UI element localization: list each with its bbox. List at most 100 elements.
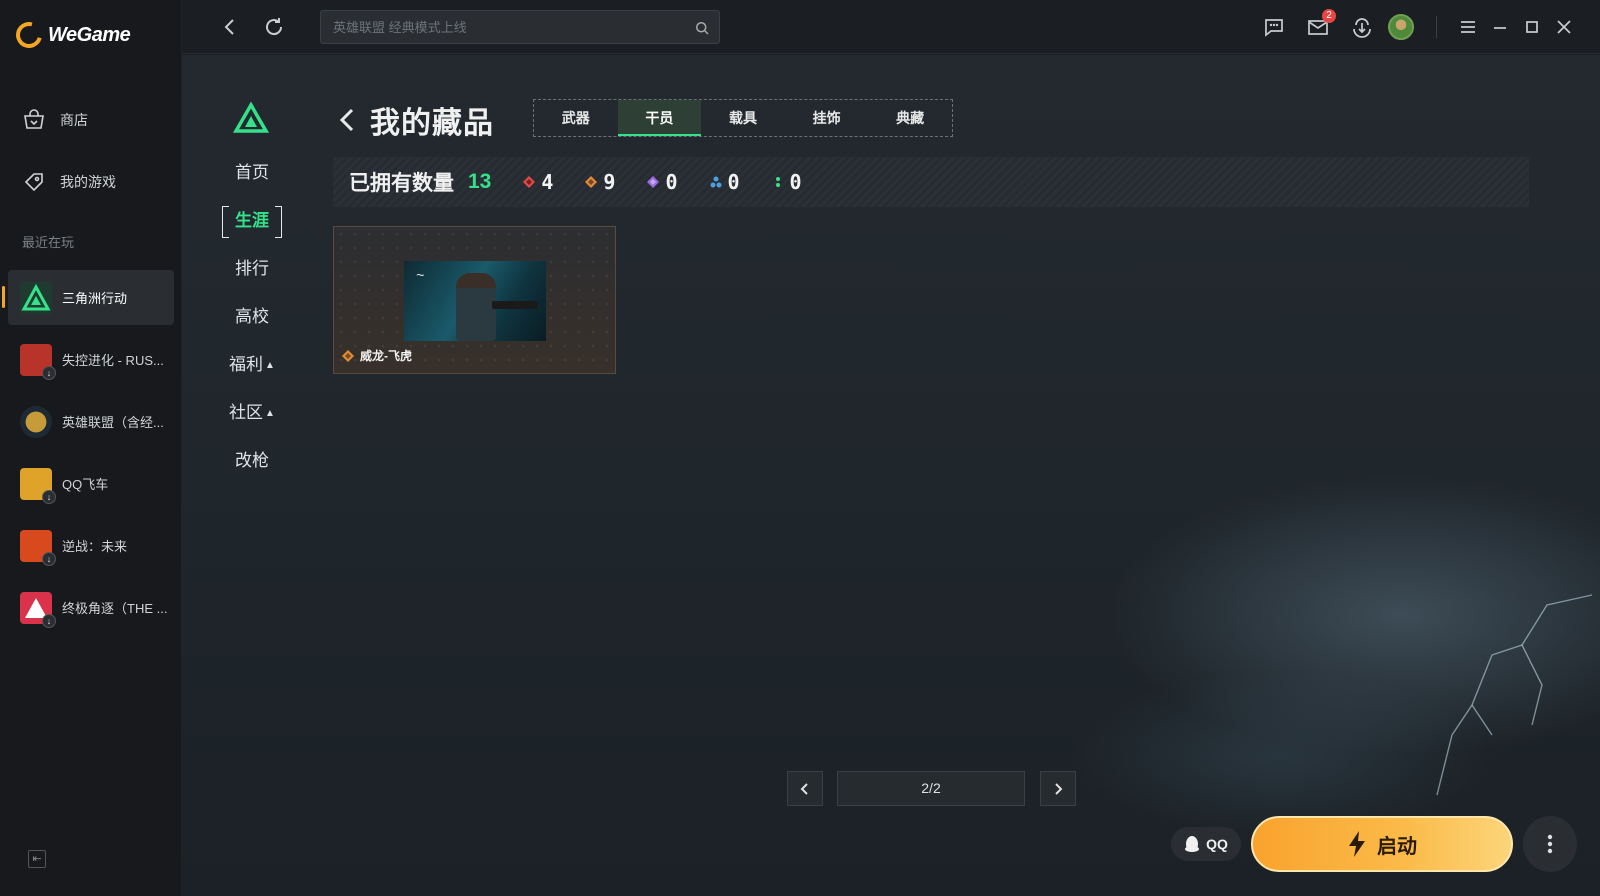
recent-game-delta-force[interactable]: 三角洲行动: [2, 270, 174, 325]
rarity-green: 0: [772, 170, 802, 194]
blue-gem-icon: [710, 176, 721, 188]
chevron-left-icon: [800, 782, 808, 795]
rarity-blue: 0: [710, 170, 740, 194]
game-nav-benefits[interactable]: 福利 ▲: [222, 350, 282, 380]
rarity-count: 9: [603, 170, 616, 194]
recent-game-league-of-legends[interactable]: 英雄联盟（含经...: [8, 394, 174, 449]
caret-up-icon: ▲: [265, 359, 275, 371]
delta-force-logo-icon[interactable]: [233, 102, 269, 134]
game-name: 终极角逐（THE ...: [62, 601, 168, 616]
operator-figure: [456, 273, 496, 341]
more-vertical-icon: [1547, 834, 1553, 854]
game-nav-career[interactable]: 生涯: [222, 206, 282, 238]
qq-penguin-icon: [1185, 836, 1200, 852]
nav-label: 福利: [229, 355, 264, 374]
sidebar-item-label: 商店: [60, 112, 88, 128]
game-nav-community[interactable]: 社区 ▲: [222, 398, 282, 428]
sidebar-item-label: 我的游戏: [60, 174, 116, 190]
more-options-button[interactable]: [1523, 816, 1577, 872]
chevron-right-icon: [1055, 782, 1063, 795]
collection-header: 我的藏品: [336, 98, 494, 142]
page-indicator: 2/2: [837, 771, 1025, 806]
tab-weapons[interactable]: 武器: [534, 100, 618, 136]
tab-collectibles[interactable]: 典藏: [868, 100, 952, 136]
minimize-icon[interactable]: [1488, 15, 1512, 39]
search-icon[interactable]: [693, 19, 711, 37]
back-chevron-icon[interactable]: [336, 105, 358, 135]
caret-up-icon: ▲: [265, 407, 275, 419]
rarity-count: 0: [665, 170, 678, 194]
chat-icon[interactable]: [1262, 15, 1286, 39]
nav-label: 排行: [235, 259, 269, 278]
lol-game-icon: [20, 405, 52, 438]
lightning-decoration: [1436, 594, 1593, 796]
collection-item-card[interactable]: ~ 威龙-飞虎: [333, 226, 616, 374]
orange-gem-icon: [342, 349, 354, 362]
game-name: 英雄联盟（含经...: [62, 415, 164, 430]
owned-label: 已拥有数量: [349, 172, 454, 195]
game-nav-ranking[interactable]: 排行: [222, 254, 282, 284]
refresh-icon[interactable]: [262, 15, 286, 39]
user-avatar[interactable]: [1388, 14, 1414, 40]
owned-stats-bar: 已拥有数量 13 4 9 0 0 0: [333, 157, 1529, 207]
back-icon[interactable]: [218, 15, 242, 39]
sidebar-item-store[interactable]: 商店: [22, 108, 88, 132]
qq-account-chip[interactable]: QQ: [1171, 827, 1241, 861]
game-nav-college[interactable]: 高校: [222, 302, 282, 332]
lightning-icon: [1349, 831, 1365, 857]
rarity-orange: 9: [585, 170, 615, 194]
operator-portrait: ~: [404, 261, 546, 341]
launch-game-button[interactable]: 启动: [1251, 816, 1513, 872]
recent-game-the-finals[interactable]: ↓ 终极角逐（THE ...: [8, 580, 174, 635]
qq-label: QQ: [1206, 836, 1228, 852]
mail-button[interactable]: 2: [1306, 9, 1336, 39]
app-sidebar: WeGame 商店 我的游戏 最近在玩 三角洲行动 ↓ 失控进化 - RUS..…: [0, 0, 182, 896]
item-name: 威龙-飞虎: [360, 349, 412, 363]
rarity-red: 4: [523, 170, 553, 194]
rust-game-icon: ↓: [20, 343, 56, 380]
recent-game-rust[interactable]: ↓ 失控进化 - RUS...: [8, 332, 174, 387]
topbar-divider: [1436, 16, 1437, 38]
my-games-icon: [24, 173, 43, 192]
top-bar: 2: [182, 0, 1600, 54]
tab-operators[interactable]: 干员: [617, 100, 702, 136]
search-input[interactable]: [321, 11, 719, 43]
sidebar-item-my-games[interactable]: 我的游戏: [22, 170, 116, 194]
owned-count: 13: [468, 170, 492, 193]
store-icon: [24, 109, 44, 129]
wegame-logo[interactable]: WeGame: [11, 17, 131, 53]
nav-label: 改枪: [235, 451, 269, 470]
tab-charms[interactable]: 挂饰: [785, 100, 869, 136]
mail-badge: 2: [1322, 9, 1336, 23]
download-icon: ↓: [42, 365, 56, 380]
game-nav-home[interactable]: 首页: [222, 158, 282, 188]
brand-name: WeGame: [48, 23, 131, 46]
recent-game-qq-speed[interactable]: ↓ QQ飞车: [8, 456, 174, 511]
signature-mark: ~: [416, 267, 425, 283]
nav-label: 社区: [229, 403, 264, 422]
recent-games-label: 最近在玩: [22, 235, 75, 250]
close-icon[interactable]: [1552, 15, 1576, 39]
download-icon: ↓: [42, 613, 56, 628]
orange-gem-icon: [585, 176, 598, 188]
green-gem-icon: [775, 177, 780, 187]
purple-gem-icon: [647, 176, 660, 188]
wegame-logo-icon: [11, 17, 47, 53]
launch-label: 启动: [1377, 835, 1417, 858]
download-manager-icon[interactable]: [1350, 15, 1374, 39]
qq-speed-game-icon: ↓: [20, 467, 56, 504]
game-name: 失控进化 - RUS...: [62, 353, 164, 368]
prev-page-button[interactable]: [787, 771, 823, 806]
red-gem-icon: [523, 176, 536, 188]
next-page-button[interactable]: [1040, 771, 1076, 806]
nizhan-game-icon: ↓: [20, 529, 56, 566]
game-nav-gunsmith[interactable]: 改枪: [222, 446, 282, 476]
tab-vehicles[interactable]: 载具: [701, 100, 785, 136]
maximize-icon[interactable]: [1520, 15, 1544, 39]
menu-icon[interactable]: [1456, 15, 1480, 39]
page-title: 我的藏品: [370, 107, 494, 140]
collapse-sidebar-button[interactable]: ⇤: [28, 850, 46, 868]
rarity-count: 0: [789, 170, 802, 194]
recent-game-nizhan[interactable]: ↓ 逆战：未来: [8, 518, 174, 573]
search-box[interactable]: [320, 10, 720, 44]
